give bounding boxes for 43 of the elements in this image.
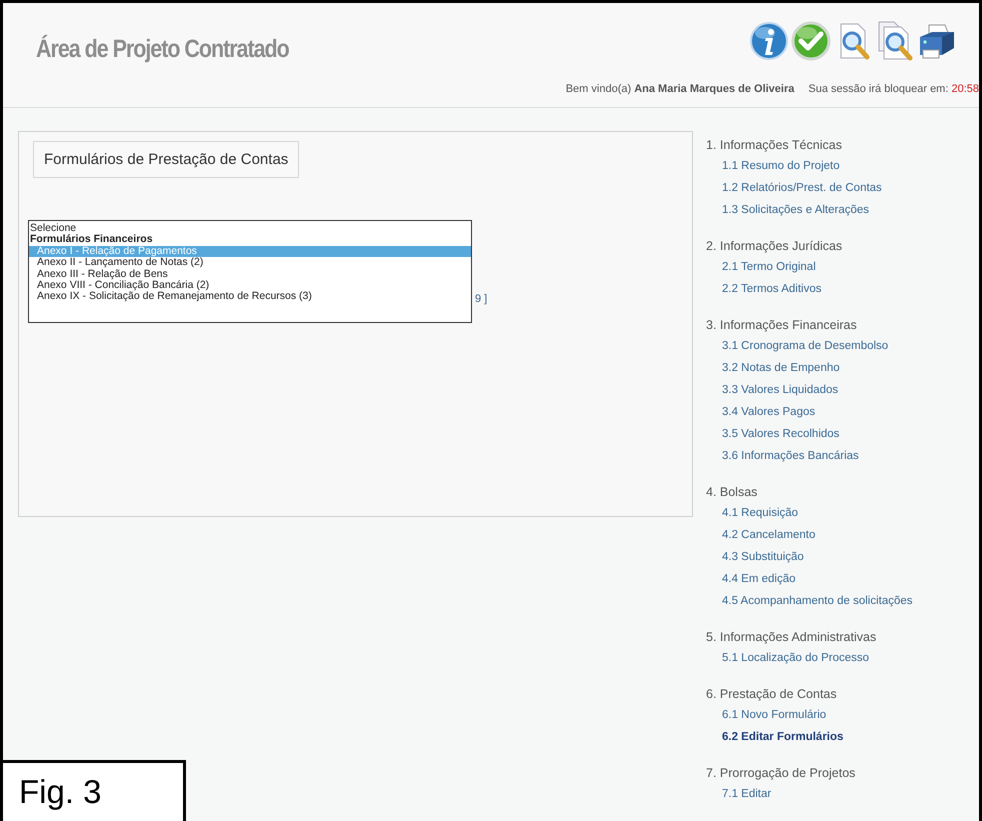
- menu-section-heading: 1. Informações Técnicas: [706, 137, 842, 154]
- menu-link[interactable]: 3.1 Cronograma de Desembolso: [722, 335, 888, 357]
- menu-link[interactable]: 4.5 Acompanhamento de solicitações: [722, 590, 913, 612]
- menu-link[interactable]: 7.1 Editar: [722, 783, 772, 805]
- menu-section-heading: 7. Prorrogação de Projetos: [706, 765, 856, 782]
- menu-link[interactable]: 5.1 Localização do Processo: [722, 647, 870, 669]
- menu-link[interactable]: 3.4 Valores Pagos: [722, 401, 816, 423]
- menu-link[interactable]: 6.2 Editar Formulários: [722, 726, 844, 748]
- panel-legend: Formulários de Prestação de Contas: [33, 141, 300, 178]
- session-label: Sua sessão irá bloquear em:: [808, 83, 948, 95]
- welcome-text: Bem vindo(a) Ana Maria Marques de Oliveira: [566, 83, 794, 95]
- menu-link[interactable]: 1.2 Relatórios/Prest. de Contas: [722, 177, 882, 199]
- menu-section-heading: 4. Bolsas: [706, 484, 758, 501]
- menu-link[interactable]: 3.3 Valores Liquidados: [722, 379, 838, 401]
- menu-link[interactable]: 1.3 Solicitações e Alterações: [722, 199, 870, 221]
- menu-section-heading: 3. Informações Financeiras: [706, 317, 857, 334]
- menu-link[interactable]: 1.1 Resumo do Projeto: [722, 155, 840, 177]
- listbox-option[interactable]: Anexo IX - Solicitação de Remanejamento de Recursos (3): [29, 291, 471, 303]
- session-timer: 20:58: [951, 83, 979, 95]
- listbox-option[interactable]: Selecione: [29, 223, 471, 234]
- menu-link[interactable]: 2.2 Termos Aditivos: [722, 278, 822, 300]
- form-listbox[interactable]: [28, 220, 472, 323]
- menu-section-heading: 5. Informações Administrativas: [706, 629, 876, 646]
- menu-link[interactable]: 4.1 Requisição: [722, 502, 798, 524]
- figure-label: Fig. 3: [0, 760, 186, 821]
- menu-link[interactable]: 3.6 Informações Bancárias: [722, 445, 859, 467]
- menu-link[interactable]: 2.1 Termo Original: [722, 256, 816, 278]
- listbox-option[interactable]: Anexo VIII - Conciliação Bancária (2): [29, 280, 471, 292]
- listbox-option[interactable]: Anexo III - Relação de Bens: [29, 268, 471, 280]
- menu-link[interactable]: 3.2 Notas de Empenho: [722, 357, 840, 379]
- partial-text: 9 ]: [475, 293, 488, 305]
- info-icon[interactable]: [749, 21, 789, 61]
- listbox-option[interactable]: Anexo II - Lançamento de Notas (2): [29, 257, 471, 269]
- menu-link[interactable]: 3.5 Valores Recolhidos: [722, 423, 840, 445]
- menu-link[interactable]: 4.4 Em edição: [722, 568, 796, 590]
- menu-link[interactable]: 4.2 Cancelamento: [722, 524, 816, 546]
- menu-section-heading: 2. Informações Jurídicas: [706, 238, 842, 255]
- checkmark-icon[interactable]: [791, 21, 831, 61]
- menu-section-heading: 6. Prestação de Contas: [706, 686, 837, 703]
- menu-link[interactable]: 6.1 Novo Formulário: [722, 704, 826, 726]
- listbox-group-label: Formulários Financeiros: [29, 234, 154, 246]
- menu-link[interactable]: 4.3 Substituição: [722, 546, 804, 568]
- page-title: Área de Projeto Contratado: [36, 35, 289, 64]
